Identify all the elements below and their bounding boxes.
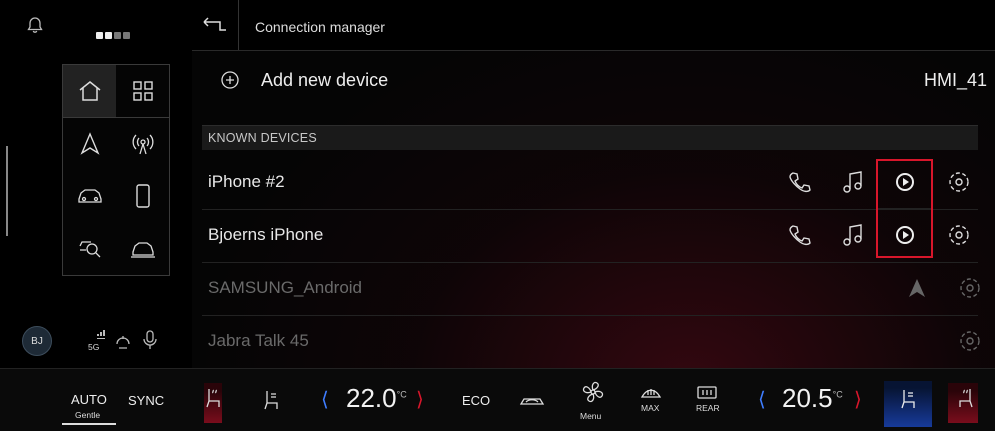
temp-left-decrease[interactable]: ⟨ [321,387,329,412]
auto-sub-label: Gentle [75,410,101,420]
main-panel: Connection manager Add new device HMI_41… [192,0,995,368]
page-title: Connection manager [255,19,385,35]
signal-5g-icon: 5G [86,330,106,352]
temp-left-unit: °C [396,389,407,400]
scroll-indicator [6,146,8,236]
menu-label: Menu [580,411,602,421]
back-icon[interactable] [202,16,228,32]
microphone-icon[interactable] [143,329,157,351]
temp-left-value: 22.0 [346,383,397,413]
page-indicator [96,26,132,44]
seat-heat-right-icon[interactable] [955,385,975,411]
device-row[interactable]: Jabra Talk 45 [202,315,980,368]
settings-icon[interactable] [957,328,983,354]
temp-right: 20.5°C [782,383,843,414]
settings-icon[interactable] [946,222,972,248]
settings-icon[interactable] [946,169,972,195]
seat-heat-icon[interactable] [204,385,224,411]
navigation-icon[interactable] [63,118,116,170]
temp-right-decrease[interactable]: ⟨ [758,387,766,412]
phone-icon[interactable] [787,222,813,248]
device-row[interactable]: Bjoerns iPhone [202,209,978,263]
recirculation-icon[interactable] [518,393,546,409]
fan-menu-button[interactable]: Menu [578,379,608,425]
add-device-row[interactable]: Add new device HMI_41 [202,54,987,106]
top-bar: Connection manager [192,0,995,51]
temp-right-unit: °C [832,389,843,400]
device-name: iPhone #2 [208,172,285,191]
left-rail: BJ 5G [0,0,190,368]
avatar[interactable]: BJ [22,326,52,356]
phone-icon[interactable] [787,169,813,195]
temp-right-value: 20.5 [782,383,833,413]
car-search-icon[interactable] [63,222,116,274]
bell-icon[interactable] [27,16,43,34]
home-icon[interactable] [63,65,116,117]
device-name: Jabra Talk 45 [208,331,309,350]
app-launcher-grid [62,64,170,276]
add-device-label: Add new device [261,70,389,90]
auto-button[interactable]: AUTO Gentle [62,377,116,425]
car-assist-icon[interactable] [116,222,169,274]
section-title: KNOWN DEVICES [208,131,317,145]
apps-grid-icon[interactable] [116,65,169,117]
device-name-label: HMI_41 [923,70,987,90]
car-icon[interactable] [63,170,116,222]
climate-bar: AUTO Gentle SYNC ⟨ 22.0°C ⟩ ECO Menu MAX… [0,368,995,431]
music-icon[interactable] [840,222,866,248]
seat-vent-right-icon[interactable] [899,387,919,411]
known-devices-header: KNOWN DEVICES [202,125,978,150]
device-row[interactable]: iPhone #2 [202,156,978,210]
radio-icon[interactable] [116,118,169,170]
rear-defrost-button[interactable]: REAR [696,385,722,425]
max-defrost-button[interactable]: MAX [640,385,664,425]
device-name: Bjoerns iPhone [208,225,324,244]
device-name: SAMSUNG_Android [208,278,363,297]
assistant-icon[interactable] [114,330,132,350]
music-icon[interactable] [840,169,866,195]
rear-label: REAR [696,403,720,413]
temp-left: 22.0°C [346,383,407,414]
max-label: MAX [641,403,660,413]
temp-right-increase[interactable]: ⟩ [854,387,862,412]
phone-device-icon[interactable] [116,170,169,222]
android-auto-icon[interactable] [904,275,930,301]
auto-label: AUTO [71,392,107,407]
sync-button[interactable]: SYNC [128,393,164,408]
eco-button[interactable]: ECO [462,393,490,408]
seat-vent-icon[interactable] [262,388,282,412]
settings-icon[interactable] [957,275,983,301]
add-icon [220,70,240,90]
device-row[interactable]: SAMSUNG_Android [202,262,980,316]
temp-left-increase[interactable]: ⟩ [416,387,424,412]
signal-label: 5G [88,342,100,352]
